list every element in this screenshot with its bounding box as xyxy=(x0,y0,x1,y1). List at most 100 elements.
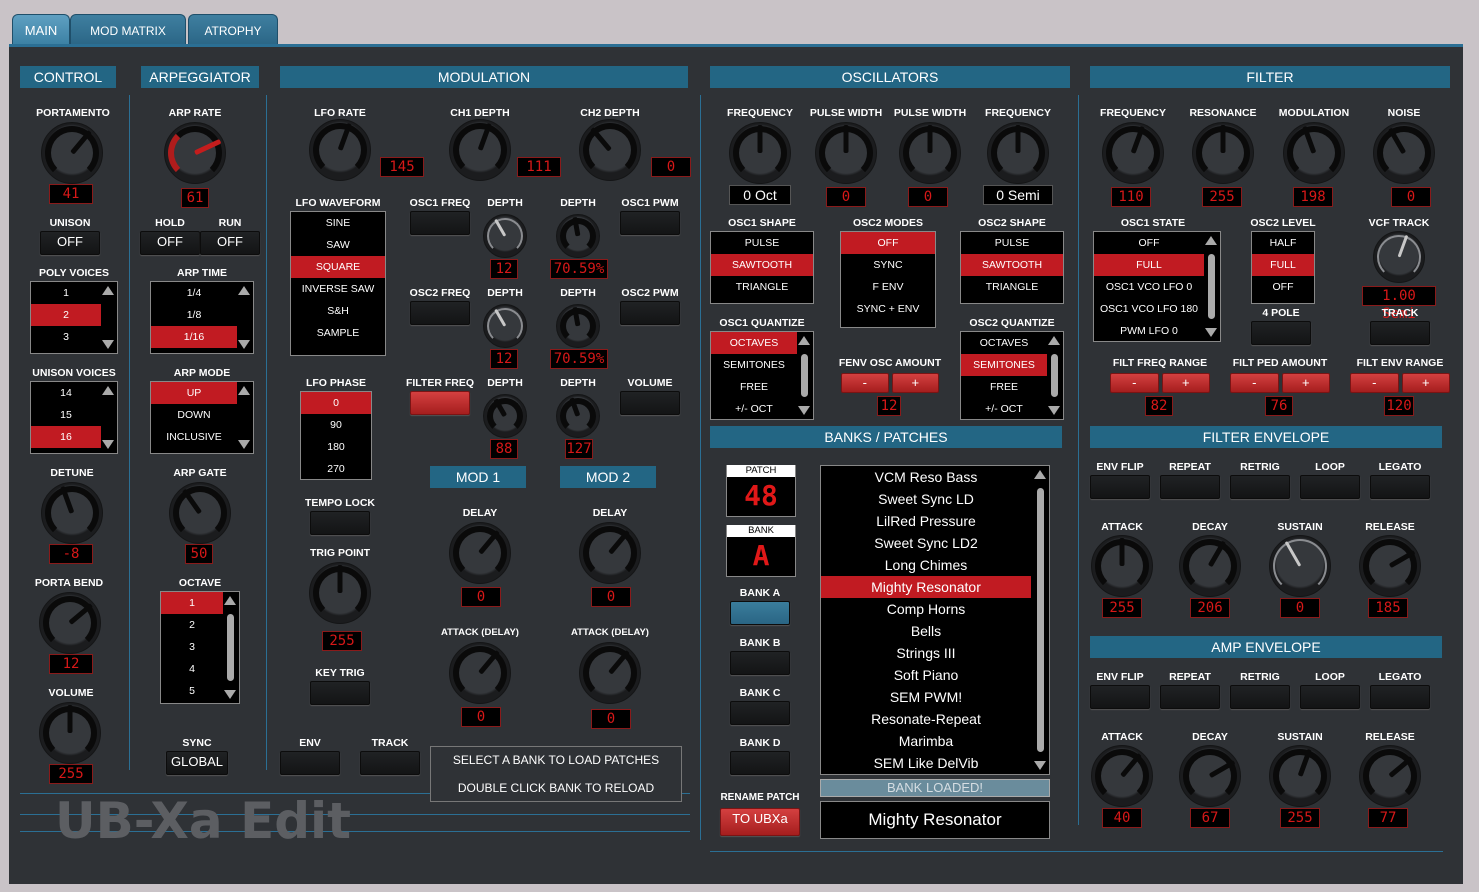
patch-item[interactable]: Sweet Sync LD2 xyxy=(821,532,1031,554)
fenv-flip-button[interactable] xyxy=(1090,475,1150,499)
patch-item[interactable]: LilRed Pressure xyxy=(821,510,1031,532)
list-item[interactable]: DOWN xyxy=(151,404,237,426)
aenv-decay-knob[interactable] xyxy=(1179,745,1241,807)
tempo-lock-button[interactable] xyxy=(310,511,370,535)
list-item[interactable]: SINE xyxy=(291,212,385,234)
scroll-up-icon[interactable] xyxy=(1205,236,1217,245)
scroll-down-icon[interactable] xyxy=(1048,406,1060,415)
track-filter-button[interactable] xyxy=(1370,321,1430,345)
mod2-delay-knob[interactable] xyxy=(579,522,641,584)
osc2-pwm-mod-button[interactable] xyxy=(620,301,680,325)
volume-knob[interactable] xyxy=(39,702,101,764)
list-item[interactable]: 4 xyxy=(161,658,223,680)
list-item[interactable]: TRIANGLE xyxy=(711,276,813,298)
track-button[interactable] xyxy=(360,751,420,775)
list-item[interactable]: FREE xyxy=(961,376,1047,398)
patch-item[interactable]: SEM Like DelVib xyxy=(821,752,1031,774)
list-item[interactable]: 90 xyxy=(301,414,371,436)
plus-button[interactable]: + xyxy=(891,373,939,393)
lfo-rate-knob[interactable] xyxy=(309,119,371,181)
pulse-width-2-knob[interactable] xyxy=(899,122,961,184)
list-item[interactable]: 3 xyxy=(161,636,223,658)
minus-button[interactable]: - xyxy=(1110,373,1159,393)
list-item[interactable]: FULL xyxy=(1252,254,1314,276)
scroll-up-icon[interactable] xyxy=(1048,336,1060,345)
list-item[interactable]: INCLUSIVE xyxy=(151,426,237,448)
depth-knob-2[interactable] xyxy=(556,214,600,258)
bank-c-button[interactable] xyxy=(730,701,790,725)
aenv-repeat-button[interactable] xyxy=(1160,685,1220,709)
list-item[interactable]: SAWTOOTH xyxy=(961,254,1063,276)
list-item[interactable]: OFF xyxy=(1094,232,1204,254)
bank-d-button[interactable] xyxy=(730,751,790,775)
list-item[interactable]: SQUARE xyxy=(291,256,385,278)
patch-item[interactable]: SEM PWM! xyxy=(821,686,1031,708)
osc1-pwm-mod-button[interactable] xyxy=(620,211,680,235)
list-item[interactable]: +/- OCT xyxy=(711,398,797,419)
list-item[interactable]: OFF xyxy=(1252,276,1314,298)
list-item[interactable]: SYNC + ENV xyxy=(841,298,935,320)
list-item[interactable]: OSC1 VCO LFO 0 xyxy=(1094,276,1204,298)
volume-mod-button[interactable] xyxy=(620,391,680,415)
scroll-up-icon[interactable] xyxy=(102,286,114,295)
list-item[interactable]: FULL xyxy=(1094,254,1204,276)
list-item[interactable]: PWM LFO 0 xyxy=(1094,320,1204,341)
scroll-up-icon[interactable] xyxy=(238,386,250,395)
depth-knob-4[interactable] xyxy=(556,304,600,348)
list-item[interactable]: 270 xyxy=(301,458,371,479)
plus-button[interactable]: + xyxy=(1281,373,1330,393)
fenv-release-knob[interactable] xyxy=(1359,535,1421,597)
patch-item[interactable]: Bells xyxy=(821,620,1031,642)
4-pole-button[interactable] xyxy=(1251,321,1311,345)
mod1-attack-knob[interactable] xyxy=(449,642,511,704)
scrollbar-thumb[interactable] xyxy=(1051,354,1058,397)
scrollbar-thumb[interactable] xyxy=(227,614,234,681)
list-item[interactable]: SAW xyxy=(291,234,385,256)
minus-button[interactable]: - xyxy=(841,373,889,393)
noise-knob[interactable] xyxy=(1373,122,1435,184)
list-item[interactable]: 180 xyxy=(301,436,371,458)
list-item[interactable]: 1/8 xyxy=(151,304,237,326)
patch-item[interactable]: VCM Reso Bass xyxy=(821,466,1031,488)
scroll-down-icon[interactable] xyxy=(102,340,114,349)
depth-knob-3[interactable] xyxy=(483,304,527,348)
patch-item[interactable]: Soft Piano xyxy=(821,664,1031,686)
scrollbar-thumb[interactable] xyxy=(801,354,808,397)
filter-frequency-knob[interactable] xyxy=(1102,122,1164,184)
aenv-sustain-knob[interactable] xyxy=(1269,745,1331,807)
list-item[interactable]: S&H xyxy=(291,300,385,322)
bank-a-button[interactable] xyxy=(730,601,790,625)
patch-item[interactable]: Long Chimes xyxy=(821,554,1031,576)
filter-modulation-knob[interactable] xyxy=(1283,122,1345,184)
list-item[interactable]: OCTAVES xyxy=(711,332,797,354)
list-item[interactable]: 5 xyxy=(161,680,223,702)
depth-knob-1[interactable] xyxy=(483,214,527,258)
depth-knob-5[interactable] xyxy=(483,394,527,438)
patch-item[interactable]: Marimba xyxy=(821,730,1031,752)
list-item[interactable]: TRIANGLE xyxy=(961,276,1063,298)
list-item[interactable]: 15 xyxy=(31,404,101,426)
aenv-release-knob[interactable] xyxy=(1359,745,1421,807)
patch-item[interactable]: Mighty Resonator xyxy=(821,576,1031,598)
scroll-down-icon[interactable] xyxy=(102,440,114,449)
ch1-depth-knob[interactable] xyxy=(449,119,511,181)
osc1-frequency-knob[interactable] xyxy=(729,122,791,184)
list-item[interactable]: INVERSE SAW xyxy=(291,278,385,300)
scroll-down-icon[interactable] xyxy=(1205,328,1217,337)
scroll-up-icon[interactable] xyxy=(238,286,250,295)
tab-mod-matrix[interactable]: MOD MATRIX xyxy=(70,14,186,46)
aenv-attack-knob[interactable] xyxy=(1091,745,1153,807)
portamento-knob[interactable] xyxy=(41,122,103,184)
list-item[interactable]: HALF xyxy=(1252,232,1314,254)
osc2-freq-mod-button[interactable] xyxy=(410,301,470,325)
plus-button[interactable]: + xyxy=(1161,373,1210,393)
tab-main[interactable]: MAIN xyxy=(12,14,70,46)
plus-button[interactable]: + xyxy=(1401,373,1450,393)
list-item[interactable]: UP xyxy=(151,382,237,404)
list-item[interactable]: SAWTOOTH xyxy=(711,254,813,276)
scroll-down-icon[interactable] xyxy=(798,406,810,415)
arp-gate-knob[interactable] xyxy=(169,482,231,544)
key-trig-button[interactable] xyxy=(310,681,370,705)
list-item[interactable]: SAMPLE xyxy=(291,322,385,344)
resonance-knob[interactable] xyxy=(1192,122,1254,184)
